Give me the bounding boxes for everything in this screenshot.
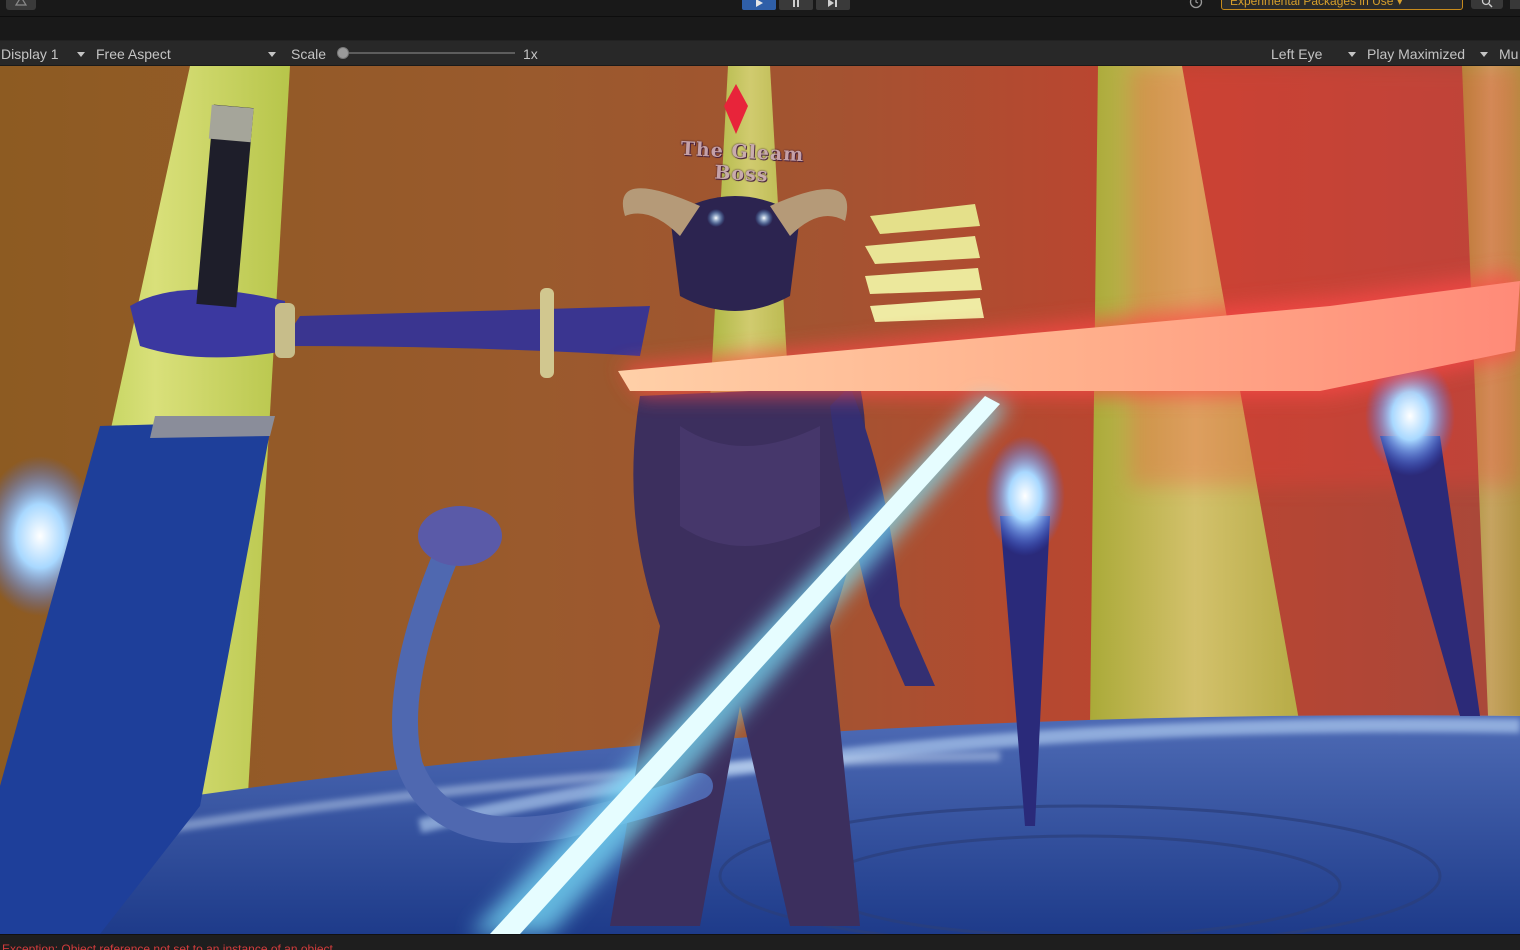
undo-history-button[interactable] [1186, 0, 1206, 9]
display-chevron-down-icon [77, 52, 85, 57]
enemy-name-tag: The Gleam Boss [680, 137, 805, 187]
experimental-packages-button[interactable]: Experimental Packages in Use ▾ [1221, 0, 1463, 10]
cobra-head [418, 506, 502, 566]
boss-eye-right [755, 209, 773, 227]
aspect-chevron-down-icon [268, 52, 276, 57]
scale-slider-handle[interactable] [337, 47, 349, 59]
main-toolbar: Experimental Packages in Use ▾ [0, 0, 1520, 17]
blue-flame-center [985, 436, 1065, 556]
display-dropdown[interactable]: Display 1 [1, 45, 59, 63]
game-viewport[interactable]: The Gleam Boss [0, 66, 1520, 934]
aspect-dropdown[interactable]: Free Aspect [96, 45, 171, 63]
bracelet-left [275, 303, 295, 358]
game-view-toolbar: Display 1 Free Aspect Scale 1x Left Eye … [0, 40, 1520, 66]
eye-dropdown[interactable]: Left Eye [1271, 45, 1322, 63]
boss-arm-left [280, 306, 650, 356]
step-button[interactable] [816, 0, 850, 10]
chevron-down-icon: ▾ [1396, 0, 1403, 8]
account-button[interactable] [6, 0, 36, 10]
scale-value: 1x [523, 46, 538, 62]
sword-pommel [208, 104, 254, 143]
play-mode-chevron-down-icon [1480, 52, 1488, 57]
history-icon [1189, 0, 1203, 9]
floating-blades [865, 204, 984, 322]
game-scene [0, 66, 1520, 934]
play-mode-dropdown[interactable]: Play Maximized [1367, 45, 1465, 63]
unity-logo-icon [15, 0, 27, 6]
console-error-message[interactable]: Exception: Object reference not set to a… [2, 942, 333, 950]
scale-label: Scale [291, 46, 327, 62]
console-status-bar[interactable]: Exception: Object reference not set to a… [0, 934, 1520, 950]
pause-button[interactable] [779, 0, 813, 10]
layout-button[interactable] [1510, 0, 1520, 9]
search-icon [1481, 0, 1493, 7]
experimental-packages-label: Experimental Packages in Use [1230, 0, 1394, 8]
boss-eye-left [707, 209, 725, 227]
pause-icon [793, 0, 799, 7]
play-controls [742, 0, 850, 10]
mute-audio-toggle[interactable]: Mu [1499, 45, 1518, 63]
scale-slider[interactable] [343, 52, 515, 54]
play-icon [756, 0, 763, 7]
step-icon [828, 0, 837, 7]
play-button[interactable] [742, 0, 776, 10]
eye-chevron-down-icon [1348, 52, 1356, 57]
bracelet-upper [540, 288, 554, 378]
search-button[interactable] [1471, 0, 1503, 9]
